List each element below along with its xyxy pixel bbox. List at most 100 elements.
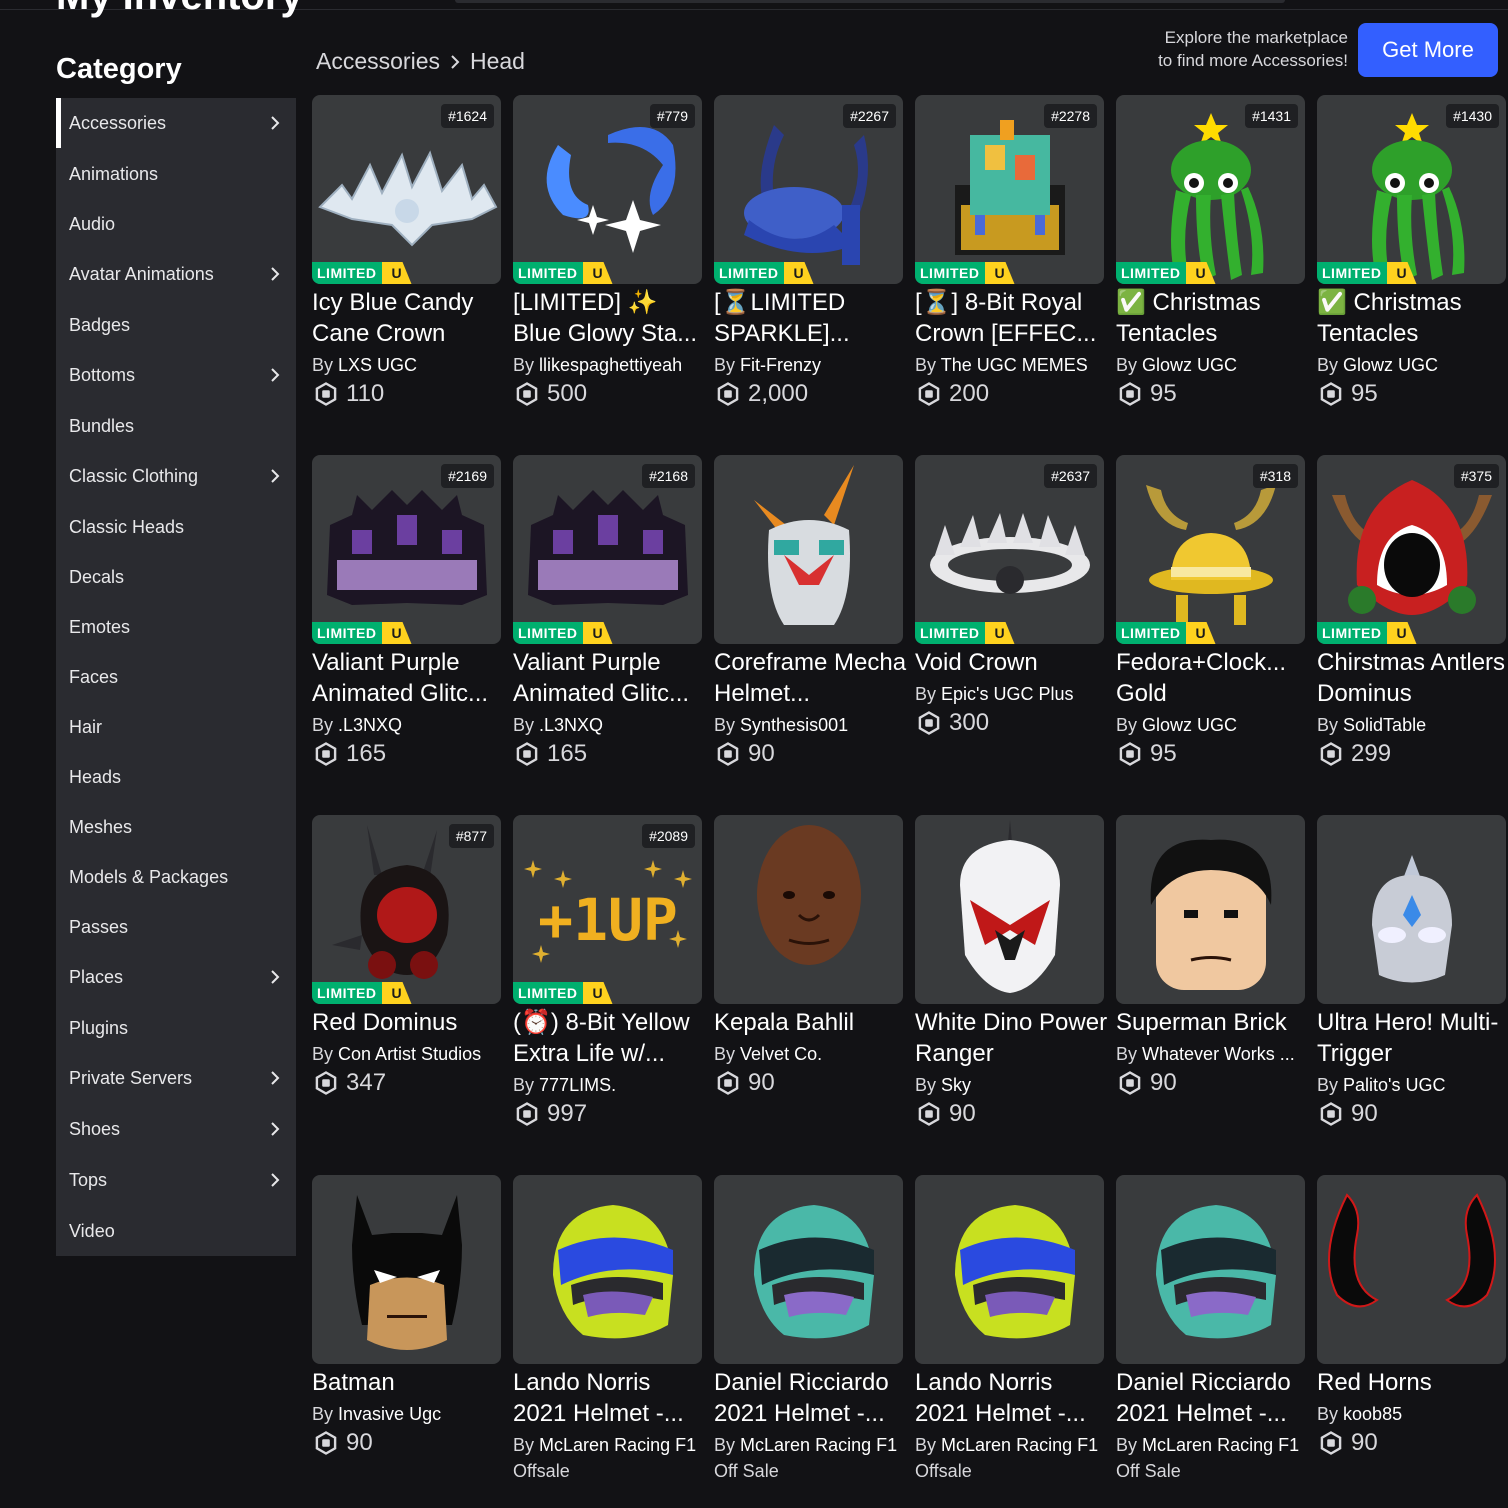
- sidebar-item-bundles[interactable]: Bundles: [56, 401, 296, 451]
- creator-name[interactable]: Glowz UGC: [1343, 355, 1438, 375]
- item-card[interactable]: Daniel Ricciardo 2021 Helmet -... By McLa…: [714, 1175, 903, 1483]
- item-card[interactable]: Lando Norris 2021 Helmet -... By McLaren …: [915, 1175, 1104, 1483]
- item-card[interactable]: #318 LIMITED U Fedora+Clock... Gold By Glowz…: [1116, 455, 1305, 769]
- sidebar-item-decals[interactable]: Decals: [56, 552, 296, 602]
- sidebar-item-animations[interactable]: Animations: [56, 149, 296, 199]
- sidebar-item-classic-heads[interactable]: Classic Heads: [56, 502, 296, 552]
- creator-name[interactable]: Whatever Works ...: [1142, 1044, 1295, 1064]
- creator-name[interactable]: Con Artist Studios: [338, 1044, 481, 1064]
- item-name[interactable]: Kepala Bahlil: [714, 1007, 908, 1038]
- creator-name[interactable]: .L3NXQ: [539, 715, 603, 735]
- item-card[interactable]: #877 LIMITED U Red Dominus By Con Artist Stu…: [312, 815, 501, 1098]
- item-thumbnail[interactable]: [1116, 1175, 1305, 1364]
- item-thumbnail[interactable]: #1430 LIMITED U: [1317, 95, 1506, 284]
- item-thumbnail[interactable]: #375 LIMITED U: [1317, 455, 1506, 644]
- creator-name[interactable]: McLaren Racing F1: [740, 1435, 897, 1455]
- item-thumbnail[interactable]: [714, 815, 903, 1004]
- item-card[interactable]: #1430 LIMITED U ✅ Christmas Tentacles By Glo…: [1317, 95, 1506, 409]
- creator-name[interactable]: Velvet Co.: [740, 1044, 822, 1064]
- item-card[interactable]: #2637 LIMITED U Void Crown By Epic's UGC Plu…: [915, 455, 1104, 738]
- sidebar-item-shoes[interactable]: Shoes: [56, 1104, 296, 1154]
- item-thumbnail[interactable]: #2637 LIMITED U: [915, 455, 1104, 644]
- sidebar-item-emotes[interactable]: Emotes: [56, 602, 296, 652]
- item-card[interactable]: Daniel Ricciardo 2021 Helmet -... By McLa…: [1116, 1175, 1305, 1483]
- item-thumbnail[interactable]: [312, 1175, 501, 1364]
- creator-name[interactable]: Glowz UGC: [1142, 715, 1237, 735]
- item-name[interactable]: Chirstmas Antlers Dominus: [1317, 647, 1508, 709]
- item-thumbnail[interactable]: [1116, 815, 1305, 1004]
- sidebar-item-heads[interactable]: Heads: [56, 752, 296, 802]
- sidebar-item-models-packages[interactable]: Models & Packages: [56, 852, 296, 902]
- item-name[interactable]: ✅ Christmas Tentacles: [1116, 287, 1310, 349]
- item-card[interactable]: #2267 LIMITED U [⏳LIMITED SPARKLE]... By Fit…: [714, 95, 903, 409]
- sidebar-item-audio[interactable]: Audio: [56, 199, 296, 249]
- sidebar-item-faces[interactable]: Faces: [56, 652, 296, 702]
- sidebar-item-classic-clothing[interactable]: Classic Clothing: [56, 451, 296, 501]
- item-card[interactable]: #375 LIMITED U Chirstmas Antlers Dominus By …: [1317, 455, 1506, 769]
- creator-name[interactable]: Fit-Frenzy: [740, 355, 821, 375]
- item-thumbnail[interactable]: [1317, 815, 1506, 1004]
- item-thumbnail[interactable]: [513, 1175, 702, 1364]
- item-card[interactable]: Ultra Hero! Multi-Trigger By Palito's UGC…: [1317, 815, 1506, 1129]
- item-name[interactable]: [⏳LIMITED SPARKLE]...: [714, 287, 908, 349]
- sidebar-item-video[interactable]: Video: [56, 1206, 296, 1256]
- creator-name[interactable]: McLaren Racing F1: [539, 1435, 696, 1455]
- item-thumbnail[interactable]: #2169 LIMITED U: [312, 455, 501, 644]
- creator-name[interactable]: McLaren Racing F1: [941, 1435, 1098, 1455]
- item-thumbnail[interactable]: [915, 1175, 1104, 1364]
- item-name[interactable]: [⏳] 8-Bit Royal Crown [EFFEC...: [915, 287, 1109, 349]
- item-name[interactable]: Red Dominus: [312, 1007, 506, 1038]
- creator-name[interactable]: Epic's UGC Plus: [941, 684, 1073, 704]
- sidebar-item-badges[interactable]: Badges: [56, 300, 296, 350]
- creator-name[interactable]: McLaren Racing F1: [1142, 1435, 1299, 1455]
- item-card[interactable]: Red Horns By koob85 90: [1317, 1175, 1506, 1458]
- item-card[interactable]: +1UP #2089 LIMITED U (⏰) 8-Bit Yellow Extra …: [513, 815, 702, 1129]
- item-name[interactable]: Daniel Ricciardo 2021 Helmet -...: [714, 1367, 908, 1429]
- item-thumbnail[interactable]: [714, 1175, 903, 1364]
- item-name[interactable]: Void Crown: [915, 647, 1109, 678]
- item-name[interactable]: Icy Blue Candy Cane Crown: [312, 287, 506, 349]
- sidebar-item-places[interactable]: Places: [56, 952, 296, 1002]
- item-card[interactable]: #2168 LIMITED U Valiant Purple Animated Gli…: [513, 455, 702, 769]
- item-name[interactable]: Valiant Purple Animated Glitc...: [312, 647, 506, 709]
- item-thumbnail[interactable]: +1UP #2089 LIMITED U: [513, 815, 702, 1004]
- item-thumbnail[interactable]: [1317, 1175, 1506, 1364]
- item-card[interactable]: Superman Brick By Whatever Works ... 90: [1116, 815, 1305, 1098]
- sidebar-item-plugins[interactable]: Plugins: [56, 1003, 296, 1053]
- sidebar-item-meshes[interactable]: Meshes: [56, 802, 296, 852]
- item-name[interactable]: Red Horns: [1317, 1367, 1508, 1398]
- item-card[interactable]: Coreframe Mecha Helmet... By Synthesis001…: [714, 455, 906, 769]
- item-card[interactable]: White Dino Power Ranger By Sky 90: [915, 815, 1107, 1129]
- item-name[interactable]: ✅ Christmas Tentacles: [1317, 287, 1508, 349]
- item-name[interactable]: Coreframe Mecha Helmet...: [714, 647, 908, 709]
- sidebar-item-accessories[interactable]: Accessories: [56, 98, 296, 148]
- item-thumbnail[interactable]: #2168 LIMITED U: [513, 455, 702, 644]
- creator-name[interactable]: 777LIMS.: [539, 1075, 616, 1095]
- item-thumbnail[interactable]: [915, 815, 1104, 1004]
- item-thumbnail[interactable]: #877 LIMITED U: [312, 815, 501, 1004]
- item-name[interactable]: Ultra Hero! Multi-Trigger: [1317, 1007, 1508, 1069]
- item-card[interactable]: Lando Norris 2021 Helmet -... By McLaren …: [513, 1175, 702, 1483]
- sidebar-item-tops[interactable]: Tops: [56, 1155, 296, 1205]
- creator-name[interactable]: LXS UGC: [338, 355, 417, 375]
- creator-name[interactable]: Palito's UGC: [1343, 1075, 1445, 1095]
- item-thumbnail[interactable]: #1624 LIMITED U: [312, 95, 501, 284]
- item-name[interactable]: Daniel Ricciardo 2021 Helmet -...: [1116, 1367, 1310, 1429]
- breadcrumb-parent[interactable]: Accessories: [316, 48, 440, 75]
- item-card[interactable]: #2169 LIMITED U Valiant Purple Animated Gli…: [312, 455, 501, 769]
- item-thumbnail[interactable]: #2278 LIMITED U: [915, 95, 1104, 284]
- item-thumbnail[interactable]: #1431 LIMITED U: [1116, 95, 1305, 284]
- creator-name[interactable]: koob85: [1343, 1404, 1402, 1424]
- item-thumbnail[interactable]: #779 LIMITED U: [513, 95, 702, 284]
- item-card[interactable]: #1624 LIMITED U Icy Blue Candy Cane Crown By…: [312, 95, 501, 409]
- item-name[interactable]: Superman Brick: [1116, 1007, 1310, 1038]
- item-card[interactable]: #1431 LIMITED U ✅ Christmas Tentacles By Glo…: [1116, 95, 1305, 409]
- item-thumbnail[interactable]: [714, 455, 903, 644]
- item-name[interactable]: Lando Norris 2021 Helmet -...: [513, 1367, 707, 1429]
- item-thumbnail[interactable]: #2267 LIMITED U: [714, 95, 903, 284]
- item-name[interactable]: Valiant Purple Animated Glitc...: [513, 647, 707, 709]
- creator-name[interactable]: .L3NXQ: [338, 715, 402, 735]
- sidebar-item-private-servers[interactable]: Private Servers: [56, 1053, 296, 1103]
- item-name[interactable]: Lando Norris 2021 Helmet -...: [915, 1367, 1109, 1429]
- item-card[interactable]: #2278 LIMITED U [⏳] 8-Bit Royal Crown [EFFE…: [915, 95, 1104, 409]
